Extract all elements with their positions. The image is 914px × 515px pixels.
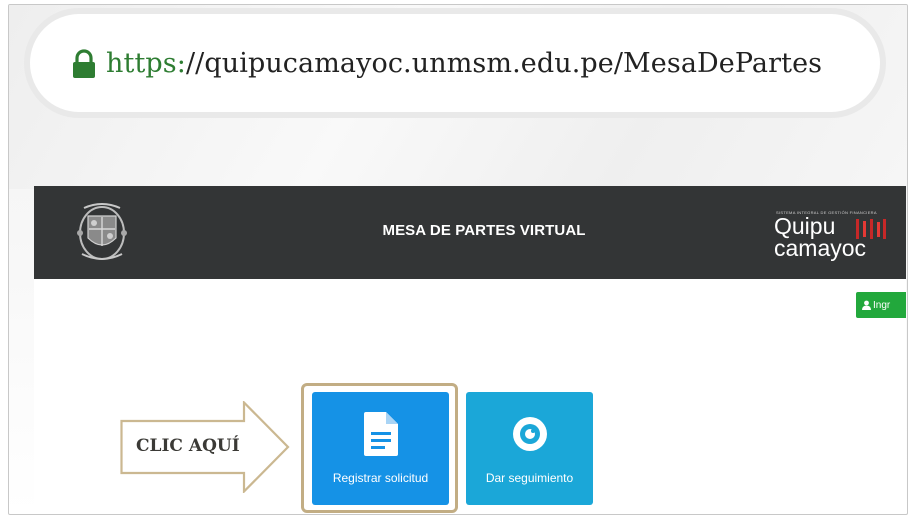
lock-icon	[73, 49, 95, 78]
track-request-button[interactable]: Dar seguimiento	[466, 392, 593, 505]
site-header: MESA DE PARTES VIRTUAL SISTEMA INTEGRAL …	[34, 186, 906, 279]
login-label: Ingr	[873, 299, 891, 311]
eye-icon	[512, 417, 547, 451]
page-title: MESA DE PARTES VIRTUAL	[382, 222, 586, 239]
document-icon	[363, 412, 398, 456]
quipucamayoc-logo: SISTEMA INTEGRAL DE GESTIÓN FINANCIERA Q…	[774, 210, 899, 270]
university-crest-logo	[77, 203, 127, 260]
url-scheme: https:	[106, 47, 186, 79]
callout-label: CLIC AQUÍ	[136, 436, 240, 456]
register-request-button[interactable]: Registrar solicitud	[312, 392, 449, 505]
user-icon	[862, 300, 871, 310]
url-path: //quipucamayoc.unmsm.edu.pe/MesaDePartes	[185, 47, 823, 79]
login-button[interactable]: Ingr	[856, 292, 906, 318]
brand-line-2: camayoc	[774, 235, 867, 261]
url-text: https://quipucamayoc.unmsm.edu.pe/MesaDe…	[106, 48, 822, 79]
brand-bars-icon	[856, 219, 886, 239]
track-request-label: Dar seguimiento	[485, 471, 574, 485]
register-request-label: Registrar solicitud	[332, 471, 429, 485]
address-bar[interactable]: https://quipucamayoc.unmsm.edu.pe/MesaDe…	[30, 14, 880, 112]
